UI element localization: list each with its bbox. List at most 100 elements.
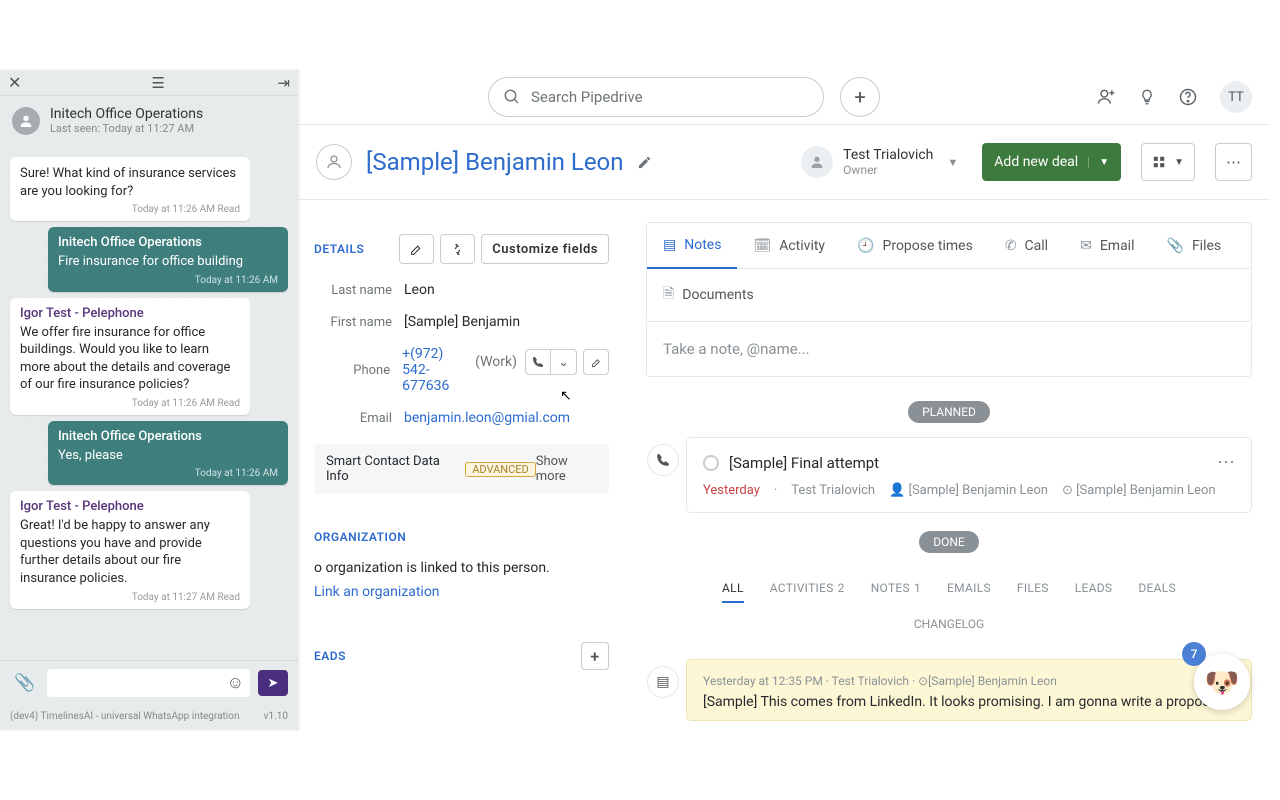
- tab-notes[interactable]: ▤Notes: [647, 223, 737, 269]
- chat-footer-right: v1.10: [264, 711, 288, 722]
- edit-phone-button[interactable]: [583, 349, 609, 375]
- tab-call[interactable]: ✆Call: [989, 223, 1064, 268]
- filter-changelog[interactable]: CHANGELOG: [646, 617, 1252, 631]
- message-meta: Today at 11:27 AM Read: [20, 592, 240, 603]
- activity-title: [Sample] Final attempt: [729, 454, 879, 472]
- filter-files[interactable]: FILES: [1017, 581, 1049, 603]
- assistant-button[interactable]: 🐶: [1194, 654, 1250, 710]
- lightbulb-icon[interactable]: [1138, 88, 1156, 106]
- person-title[interactable]: [Sample] Benjamin Leon: [366, 148, 623, 176]
- message-text: Great! I'd be happy to answer any questi…: [20, 517, 240, 587]
- advanced-badge: ADVANCED: [465, 462, 536, 477]
- activity-card[interactable]: [Sample] Final attempt ⋯ Yesterday · Tes…: [686, 437, 1252, 513]
- more-button[interactable]: ⋯: [1215, 143, 1252, 181]
- message-sender: Igor Test - Pelephone: [20, 499, 240, 514]
- organization-heading: ORGANIZATION: [314, 530, 406, 544]
- close-icon[interactable]: ✕: [8, 73, 21, 92]
- activity-deal: ⊙ [Sample] Benjamin Leon: [1062, 483, 1216, 498]
- tabs-row-2: 🗎Documents: [646, 269, 1252, 322]
- help-icon[interactable]: [1178, 87, 1198, 107]
- message-sender: Initech Office Operations: [58, 429, 278, 444]
- activity-more-icon[interactable]: ⋯: [1217, 452, 1235, 473]
- tab-files[interactable]: 📎Files: [1151, 223, 1238, 268]
- note-input[interactable]: Take a note, @name...: [646, 322, 1252, 377]
- org-none-text: o organization is linked to this person.: [314, 554, 609, 584]
- call-button[interactable]: [525, 349, 551, 375]
- filter-emails[interactable]: EMAILS: [947, 581, 991, 603]
- phone-type: (Work): [475, 354, 517, 370]
- email-value[interactable]: benjamin.leon@gmial.com: [404, 410, 570, 426]
- chat-message[interactable]: Sure! What kind of insurance services ar…: [10, 157, 250, 221]
- expand-icon[interactable]: ⇥: [277, 74, 290, 92]
- add-deal-button[interactable]: Add new deal ▼: [982, 143, 1121, 181]
- edit-details-button[interactable]: [399, 234, 434, 264]
- chat-messages[interactable]: Sure! What kind of insurance services ar…: [0, 145, 298, 660]
- emoji-icon[interactable]: ☺: [227, 673, 244, 693]
- chat-message[interactable]: Initech Office OperationsFire insurance …: [48, 227, 288, 292]
- send-button[interactable]: ➤: [258, 670, 288, 696]
- message-meta: Today at 11:26 AM: [58, 275, 278, 286]
- last-name-value[interactable]: Leon: [404, 282, 435, 298]
- show-more-link[interactable]: Show more: [536, 454, 597, 484]
- chat-compose: 📎 ☺ ➤: [0, 660, 298, 705]
- add-lead-button[interactable]: +: [581, 642, 609, 670]
- list-icon[interactable]: ☰: [151, 74, 164, 92]
- layout-button[interactable]: ▼: [1141, 143, 1195, 181]
- email-label: Email: [314, 411, 404, 426]
- chat-message[interactable]: Igor Test - PelephoneWe offer fire insur…: [10, 298, 250, 415]
- compose-input[interactable]: [47, 669, 250, 697]
- filter-deals[interactable]: DEALS: [1138, 581, 1176, 603]
- filter-activities[interactable]: ACTIVITIES2: [770, 581, 845, 603]
- chat-contact[interactable]: Initech Office Operations Last seen: Tod…: [0, 96, 298, 145]
- message-meta: Today at 11:26 AM Read: [20, 398, 240, 409]
- call-activity-icon: [647, 444, 679, 476]
- owner-dropdown-icon[interactable]: ▼: [947, 156, 958, 169]
- activity-checkbox[interactable]: [703, 455, 719, 471]
- add-deal-caret-icon[interactable]: ▼: [1088, 157, 1109, 168]
- edit-title-icon[interactable]: [637, 155, 652, 170]
- phone-value-line2[interactable]: 677636: [402, 378, 609, 394]
- smart-contact-row[interactable]: Smart Contact Data Info ADVANCED Show mo…: [314, 444, 609, 494]
- phone-value[interactable]: +(972) 542-: [402, 346, 469, 378]
- chat-message[interactable]: Initech Office OperationsYes, pleaseToda…: [48, 421, 288, 486]
- chat-message[interactable]: Igor Test - Pelephone Great! I'd be happy…: [10, 491, 250, 608]
- note-body: [Sample] This comes from LinkedIn. It lo…: [703, 694, 1235, 710]
- filter-leads[interactable]: LEADS: [1075, 581, 1113, 603]
- user-avatar[interactable]: TT: [1220, 81, 1252, 113]
- attach-icon[interactable]: 📎: [14, 673, 35, 693]
- doc-icon: 🗎: [663, 283, 674, 307]
- details-panel: DETAILS Customize fields Last name Leon …: [298, 228, 625, 740]
- link-organization[interactable]: Link an organization: [314, 584, 609, 600]
- mail-icon: ✉: [1080, 238, 1092, 254]
- note-card[interactable]: ▤ Yesterday at 12:35 PM · Test Trialovic…: [686, 659, 1252, 721]
- contact-avatar-icon: [12, 107, 40, 135]
- contact-last-seen: Last seen: Today at 11:27 AM: [50, 122, 203, 135]
- phone-icon: ✆: [1005, 238, 1017, 254]
- first-name-value[interactable]: [Sample] Benjamin: [404, 314, 520, 330]
- note-icon: ▤: [663, 237, 676, 253]
- search-input[interactable]: Search Pipedrive: [488, 77, 824, 117]
- filter-notes[interactable]: NOTES1: [871, 581, 921, 603]
- owner-name: Test Trialovich: [843, 147, 933, 163]
- call-dropdown[interactable]: ⌄: [551, 349, 577, 375]
- done-label: DONE: [919, 531, 979, 553]
- tab-email[interactable]: ✉Email: [1064, 223, 1150, 268]
- tab-activity[interactable]: 🗓Activity: [737, 223, 841, 268]
- search-placeholder: Search Pipedrive: [531, 88, 643, 106]
- contact-name: Initech Office Operations: [50, 106, 203, 122]
- calendar-icon: 🗓: [753, 238, 771, 254]
- activity-person: 👤 [Sample] Benjamin Leon: [889, 483, 1048, 498]
- clip-icon: 📎: [1167, 238, 1184, 254]
- owner-avatar: [801, 146, 833, 178]
- clock-icon: 🕘: [857, 238, 874, 254]
- filter-all[interactable]: ALL: [722, 581, 744, 603]
- invite-user-icon[interactable]: [1096, 87, 1116, 107]
- customize-fields-button[interactable]: Customize fields: [481, 234, 609, 264]
- last-name-label: Last name: [314, 283, 404, 298]
- message-sender: Igor Test - Pelephone: [20, 306, 240, 321]
- tab-documents[interactable]: 🗎Documents: [647, 269, 770, 321]
- details-heading: DETAILS: [314, 242, 364, 256]
- tab-propose[interactable]: 🕘Propose times: [841, 223, 989, 268]
- reorder-button[interactable]: [440, 234, 475, 264]
- add-button[interactable]: +: [840, 77, 880, 117]
